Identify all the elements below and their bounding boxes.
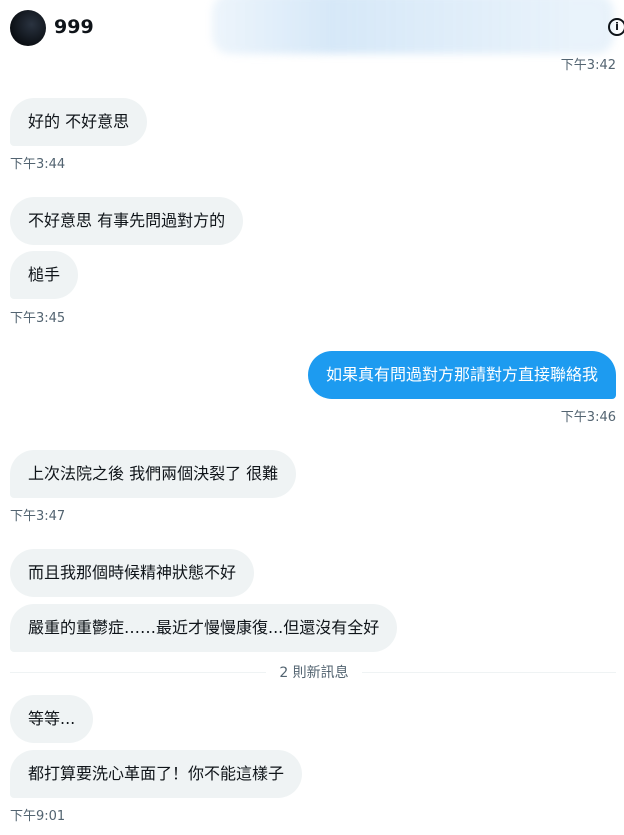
outgoing-message[interactable]: 如果真有問過對方那請對方直接聯絡我 <box>307 351 616 399</box>
incoming-message[interactable]: 上次法院之後 我們兩個決裂了 很難 <box>10 450 297 498</box>
incoming-message[interactable]: 而且我那個時候精神狀態不好 <box>10 549 255 597</box>
incoming-message[interactable]: 好的 不好意思 <box>10 98 148 146</box>
timestamp: 下午9:01 <box>10 809 66 824</box>
timestamp: 下午3:44 <box>10 157 66 172</box>
avatar[interactable] <box>10 10 46 46</box>
info-icon[interactable]: i <box>608 18 624 36</box>
timestamp: 下午3:46 <box>560 410 616 425</box>
timestamp: 下午3:42 <box>560 58 616 73</box>
incoming-message[interactable]: 等等... <box>10 695 94 743</box>
conversation-name[interactable]: 999 <box>54 16 94 38</box>
incoming-message[interactable]: 都打算要洗心革面了！你不能這樣子 <box>10 750 303 798</box>
incoming-message[interactable]: 不好意思 有事先問過對方的 <box>10 197 244 245</box>
incoming-message[interactable]: 槌手 <box>10 251 79 299</box>
timestamp: 下午3:47 <box>10 509 66 524</box>
conversation-header: 999 i <box>0 0 624 56</box>
blurred-region <box>212 0 614 54</box>
incoming-message[interactable]: 嚴重的重鬱症……最近才慢慢康復...但還沒有全好 <box>10 604 398 652</box>
timestamp: 下午3:45 <box>10 311 66 326</box>
new-messages-label: 2 則新訊息 <box>266 662 362 682</box>
